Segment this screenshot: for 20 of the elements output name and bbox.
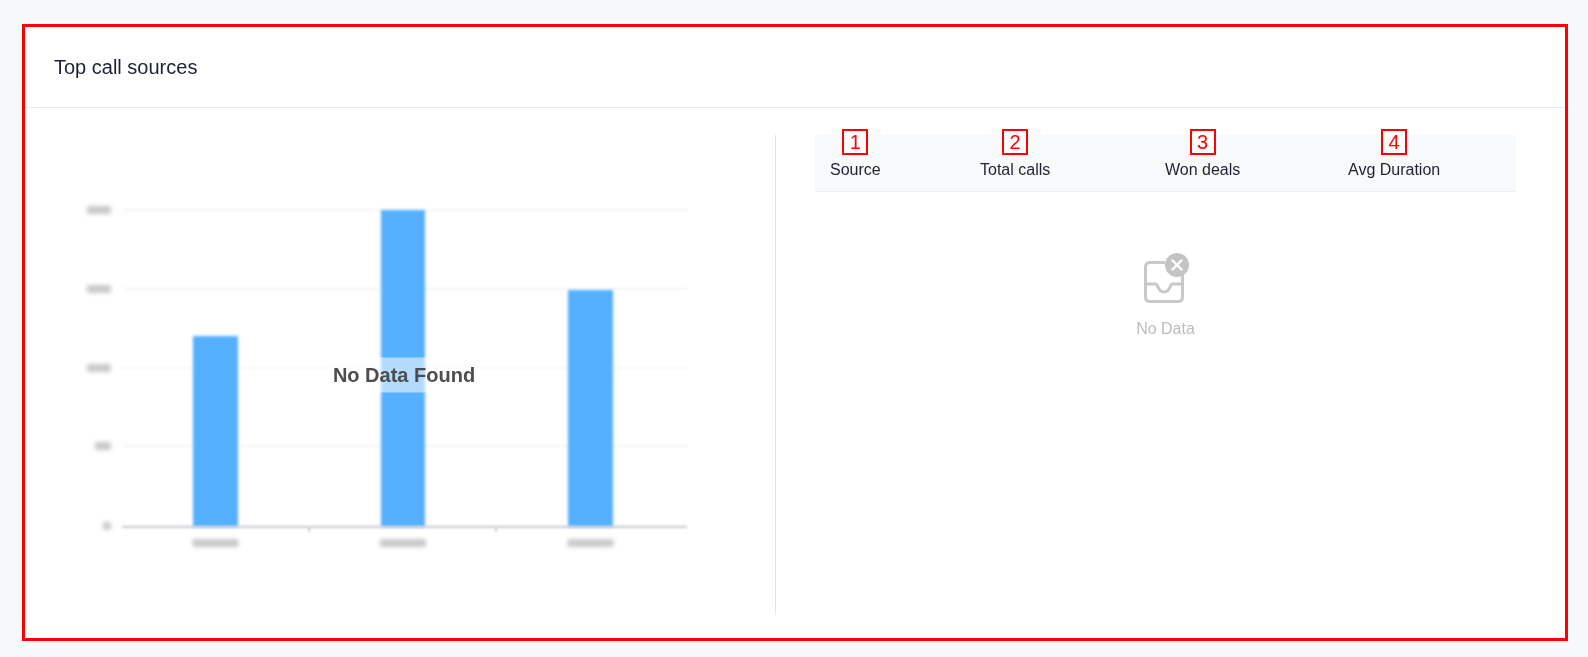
blurred-tick-label bbox=[95, 442, 111, 450]
callout-number: 2 bbox=[1002, 129, 1029, 155]
card-title: Top call sources bbox=[54, 55, 198, 79]
callout-number: 3 bbox=[1189, 129, 1216, 155]
blurred-tick-label bbox=[87, 285, 111, 293]
blurred-category-label bbox=[192, 539, 239, 547]
empty-inbox-icon bbox=[1142, 253, 1189, 303]
blurred-category-label bbox=[567, 539, 614, 547]
blurred-tick-label bbox=[87, 364, 111, 372]
callout-number: 4 bbox=[1381, 129, 1408, 155]
column-header: Total calls bbox=[980, 160, 1051, 180]
blurred-tick-label bbox=[87, 206, 111, 214]
empty-state-text: No Data bbox=[1136, 319, 1195, 339]
blurred-tick-label bbox=[103, 522, 111, 530]
no-data-message: No Data Found bbox=[324, 357, 484, 393]
column-header: Source bbox=[830, 160, 881, 180]
blurred-category-label bbox=[380, 539, 426, 547]
column-header: Won deals bbox=[1165, 160, 1241, 180]
callout-number: 1 bbox=[842, 129, 869, 155]
column-header: Avg Duration bbox=[1348, 160, 1441, 180]
